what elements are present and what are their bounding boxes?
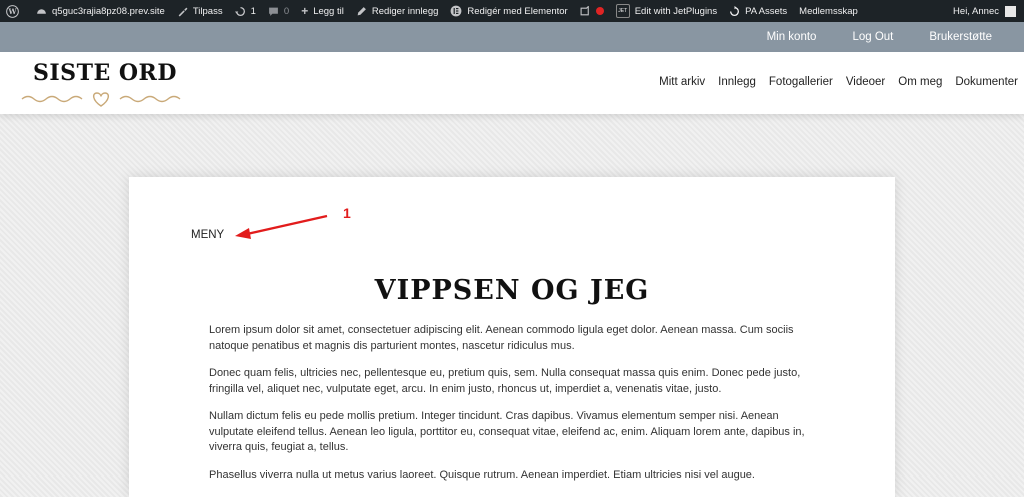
admin-site-name: q5guc3rajia8pz08.prev.site <box>52 5 165 17</box>
paragraph: Phasellus viverra nulla ut metus varius … <box>209 468 755 481</box>
post-body: Lorem ipsum dolor sit amet, consectetuer… <box>209 323 813 495</box>
dashboard-icon <box>37 8 46 14</box>
paragraph: Nullam dictum felis eu pede mollis preti… <box>209 410 805 453</box>
admin-membership-label: Medlemsskap <box>799 5 858 17</box>
admin-greeting: Hei, Annec <box>953 5 999 17</box>
admin-elementor-label: Redigér med Elementor <box>467 5 568 17</box>
nav-posts[interactable]: Innlegg <box>718 76 756 88</box>
page-title: VIPPSEN OG JEG <box>374 275 650 306</box>
site-header: SISTE ORD Mitt arkiv Innlegg Fotogalleri… <box>0 52 1024 114</box>
admin-elementor-link[interactable]: Redigér med Elementor <box>444 0 573 22</box>
nav-about-me[interactable]: Om meg <box>898 76 942 88</box>
top-utility-bar: Min konto Log Out Brukerstøtte <box>0 22 1024 52</box>
comment-icon <box>268 7 278 16</box>
nav-videos[interactable]: Videoer <box>846 76 885 88</box>
annotation-number: 1 <box>343 205 351 221</box>
admin-new-label: Legg til <box>313 5 344 17</box>
admin-customize-link[interactable]: Tilpass <box>171 0 229 22</box>
brush-icon <box>178 7 188 16</box>
annotation-arrow-icon <box>235 214 328 239</box>
elementor-icon <box>450 5 462 17</box>
pencil-icon <box>357 6 366 15</box>
admin-site-link[interactable]: q5guc3rajia8pz08.prev.site <box>30 0 171 22</box>
paragraph: Donec quam felis, ultricies nec, pellent… <box>209 367 801 395</box>
yoast-seo-link[interactable] <box>574 0 610 22</box>
admin-customize-label: Tilpass <box>192 5 223 17</box>
logo-heart-wave-icon <box>21 92 181 107</box>
admin-jetplugins-link[interactable]: JET Edit with JetPlugins <box>610 0 723 22</box>
admin-edit-post-link[interactable]: Rediger innlegg <box>350 0 445 22</box>
admin-edit-post-label: Rediger innlegg <box>371 5 439 17</box>
avatar <box>1005 5 1016 17</box>
plus-icon: + <box>301 4 309 18</box>
logout-link[interactable]: Log Out <box>852 31 893 43</box>
admin-jetplugins-label: Edit with JetPlugins <box>634 5 718 17</box>
admin-updates-count: 1 <box>250 5 256 17</box>
admin-pa-assets-link[interactable]: PA Assets <box>723 0 793 22</box>
admin-updates-link[interactable]: 1 <box>229 0 262 22</box>
menu-toggle[interactable]: MENY <box>191 229 224 241</box>
updates-icon <box>234 6 245 16</box>
site-logo[interactable]: SISTE ORD <box>33 60 177 86</box>
main-navigation: Mitt arkiv Innlegg Fotogallerier Videoer… <box>646 76 1018 88</box>
jetplugins-icon: JET <box>615 4 630 18</box>
paragraph: Lorem ipsum dolor sit amet, consectetuer… <box>209 324 794 352</box>
content-card: MENY 1 VIPPSEN OG JEG Lorem ipsum dolor … <box>129 177 895 497</box>
my-account-link[interactable]: Min konto <box>767 31 817 43</box>
admin-membership-link[interactable]: Medlemsskap <box>793 0 864 22</box>
nav-my-archive[interactable]: Mitt arkiv <box>659 76 705 88</box>
admin-comments-link[interactable]: 0 <box>262 0 295 22</box>
wordpress-logo-icon[interactable]: W <box>0 0 30 22</box>
nav-photo-galleries[interactable]: Fotogallerier <box>769 76 833 88</box>
svg-text:W: W <box>7 7 17 16</box>
support-link[interactable]: Brukerstøtte <box>929 31 992 43</box>
admin-bar: W q5guc3rajia8pz08.prev.site Tilpass 1 0… <box>0 0 1024 22</box>
yoast-icon <box>580 5 589 15</box>
seo-status-dot-icon <box>595 7 604 15</box>
admin-comments-count: 0 <box>283 5 290 17</box>
admin-pa-assets-label: PA Assets <box>745 5 788 17</box>
admin-new-link[interactable]: + Legg til <box>295 0 350 22</box>
nav-documents[interactable]: Dokumenter <box>955 76 1018 88</box>
admin-account-menu[interactable]: Hei, Annec <box>947 0 1024 22</box>
refresh-icon <box>730 5 740 16</box>
